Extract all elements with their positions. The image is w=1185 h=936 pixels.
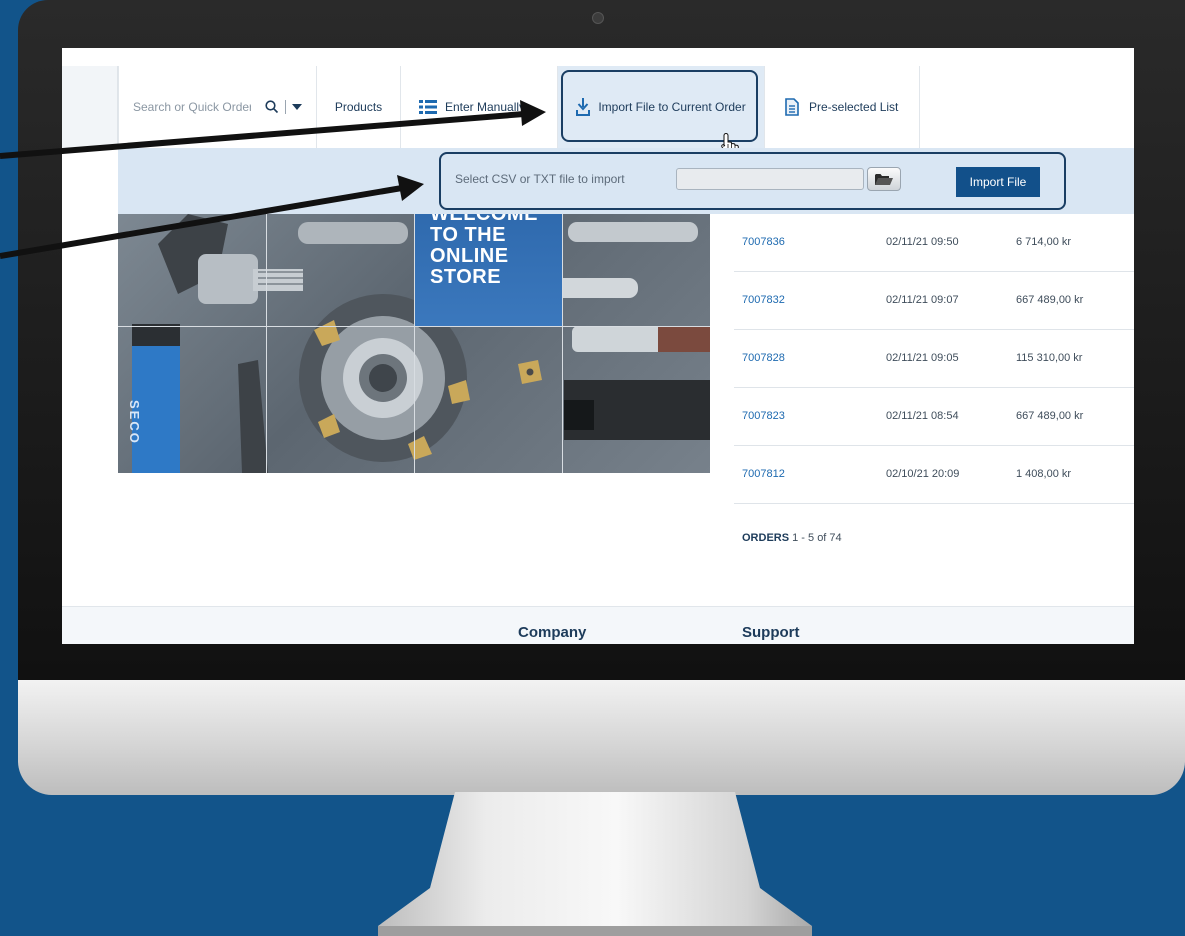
order-row[interactable]: 7007832 02/11/21 09:07 667 489,00 kr	[734, 272, 1134, 330]
order-row[interactable]: 7007828 02/11/21 09:05 115 310,00 kr	[734, 330, 1134, 388]
browse-button[interactable]	[867, 167, 901, 191]
preselected-label: Pre-selected List	[809, 100, 899, 114]
list-icon	[419, 100, 437, 114]
order-amount: 667 489,00 kr	[1016, 294, 1084, 306]
orders-pagination-summary: ORDERS 1 - 5 of 74	[742, 532, 842, 544]
browser-screen: Products Enter Manually Import File to C…	[62, 48, 1134, 644]
orders-count-text: 1 - 5 of 74	[792, 532, 842, 544]
welcome-line: ONLINE	[430, 245, 509, 267]
document-icon	[785, 98, 799, 116]
grid-line	[118, 326, 710, 327]
monitor-chin	[18, 680, 1185, 795]
search-divider	[285, 100, 286, 114]
order-amount: 115 310,00 kr	[1016, 352, 1083, 364]
brand-label: SECO	[127, 400, 142, 445]
footer	[62, 606, 1134, 644]
chevron-down-icon[interactable]	[292, 103, 302, 111]
welcome-title: WELCOME TO THE ONLINE STORE	[430, 214, 550, 288]
nav-left-cap	[62, 66, 118, 148]
enter-manually-button[interactable]: Enter Manually	[401, 66, 558, 148]
order-row[interactable]: 7007812 02/10/21 20:09 1 408,00 kr	[734, 446, 1134, 504]
order-amount: 6 714,00 kr	[1016, 236, 1072, 248]
products-menu[interactable]: Products	[317, 66, 401, 148]
order-number-link[interactable]: 7007823	[742, 410, 785, 422]
welcome-line: STORE	[430, 266, 502, 288]
order-number-link[interactable]: 7007828	[742, 352, 785, 364]
search-box[interactable]	[118, 66, 317, 148]
grid-line	[562, 214, 563, 473]
order-amount: 1 408,00 kr	[1016, 468, 1072, 480]
footer-support-heading: Support	[742, 624, 800, 641]
grid-line	[414, 214, 415, 473]
welcome-banner: WELCOME TO THE ONLINE STORE SECO	[118, 214, 710, 473]
welcome-line: TO THE	[430, 224, 506, 246]
order-date: 02/11/21 09:07	[886, 294, 959, 306]
monitor-stand	[378, 792, 812, 936]
import-instruction-label: Select CSV or TXT file to import	[455, 172, 625, 186]
search-icon[interactable]	[265, 100, 279, 114]
orders-count-label: ORDERS	[742, 532, 790, 544]
import-file-submit-button[interactable]: Import File	[956, 167, 1040, 197]
search-input[interactable]	[133, 100, 251, 114]
order-amount: 667 489,00 kr	[1016, 410, 1084, 422]
order-row[interactable]: 7007836 02/11/21 09:50 6 714,00 kr	[734, 214, 1134, 272]
order-number-link[interactable]: 7007836	[742, 236, 785, 248]
order-number-link[interactable]: 7007812	[742, 468, 785, 480]
order-date: 02/11/21 09:05	[886, 352, 959, 364]
camera-dot	[592, 12, 604, 24]
order-date: 02/10/21 20:09	[886, 468, 960, 480]
products-label: Products	[334, 100, 383, 114]
order-date: 02/11/21 08:54	[886, 410, 959, 422]
preselected-list-button[interactable]: Pre-selected List	[765, 66, 920, 148]
grid-line	[266, 214, 267, 473]
footer-company-heading: Company	[518, 624, 587, 641]
order-date: 02/11/21 09:50	[886, 236, 959, 248]
file-path-field[interactable]	[676, 168, 864, 190]
order-number-link[interactable]: 7007832	[742, 294, 785, 306]
order-row[interactable]: 7007823 02/11/21 08:54 667 489,00 kr	[734, 388, 1134, 446]
enter-manually-label: Enter Manually	[445, 100, 526, 114]
folder-open-icon	[875, 173, 893, 186]
